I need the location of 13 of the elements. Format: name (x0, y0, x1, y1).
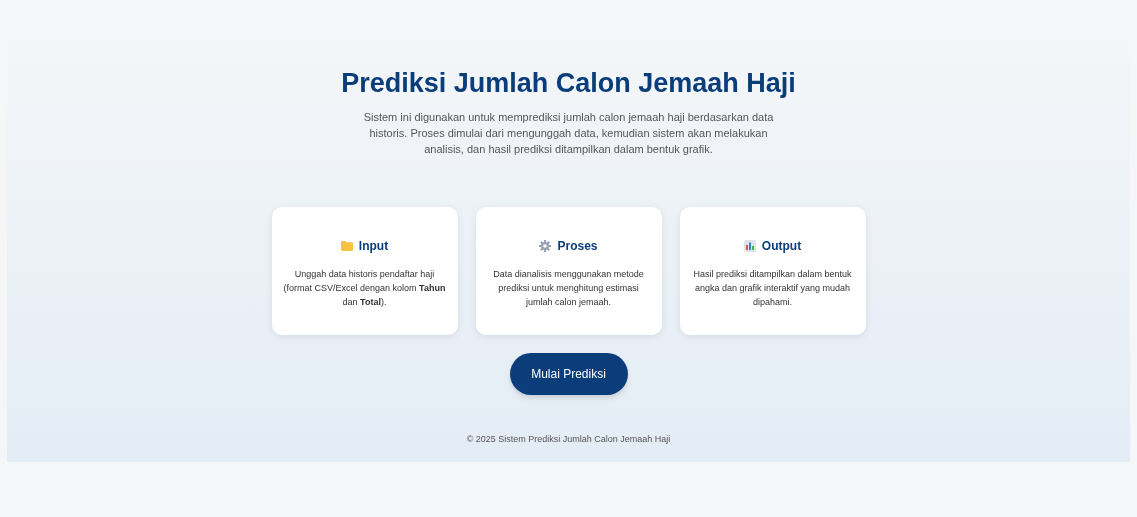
start-prediction-button[interactable]: Mulai Prediksi (509, 352, 628, 395)
card-description: Data dianalisis menggunakan metode prediksi untuk menghitung estimasi jumlah calon jemaah. (492, 267, 645, 309)
bar-chart-icon (743, 239, 756, 252)
gear-icon (539, 239, 552, 252)
card-title: Output (761, 237, 802, 255)
folder-icon (340, 240, 353, 252)
card-title: Proses (557, 237, 598, 255)
card-title: Input (358, 237, 389, 255)
page-title: Prediksi Jumlah Calon Jemaah Haji (341, 67, 796, 100)
footer-text: © 2025 Sistem Prediksi Jumlah Calon Jemaah Haji (466, 432, 671, 446)
page-description: Sistem ini digunakan untuk memprediksi jumlah calon jemaah haji berdasarkan data historis. Proses dimulai dari mengunggah data, kemudian sistem akan melakukan analisis, dan hasil prediksi ditampilkan dalam bentuk grafik. (362, 109, 775, 157)
card-description: Unggah data historis pendaftar haji (format CSV/Excel dengan kolom Tahun dan Total). (283, 267, 446, 309)
card-description: Hasil prediksi ditampilkan dalam bentuk angka dan grafik interaktif yang mudah dipahami. (692, 267, 853, 309)
